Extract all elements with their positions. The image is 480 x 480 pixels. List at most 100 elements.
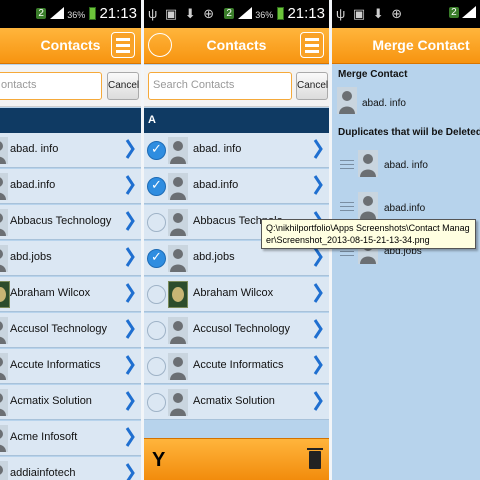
select-checkbox[interactable]: [147, 213, 166, 232]
chevron-right-icon[interactable]: [125, 210, 135, 232]
select-checkbox[interactable]: [147, 357, 166, 376]
avatar-icon: [0, 173, 8, 200]
contact-row[interactable]: Abraham Wilcox: [144, 277, 329, 312]
contact-row[interactable]: Acmatix Solution: [144, 385, 329, 420]
chevron-right-icon[interactable]: [125, 354, 135, 376]
contact-row[interactable]: Abraham Wilcox: [0, 277, 141, 312]
drag-handle-icon[interactable]: [340, 160, 354, 170]
battery-icon: [88, 7, 96, 20]
signal-icon: [237, 7, 252, 19]
chevron-right-icon[interactable]: [313, 246, 323, 268]
status-right: 2 36%: [449, 5, 480, 20]
avatar-icon: [0, 137, 8, 164]
status-bar: 2 36% 21:13: [0, 0, 141, 28]
chevron-right-icon[interactable]: [125, 462, 135, 480]
status-right: 2 36% 21:13: [224, 5, 325, 22]
select-checkbox[interactable]: [147, 249, 166, 268]
contact-name: Abbacus Technology: [10, 215, 112, 227]
search-input[interactable]: Search Contacts: [148, 72, 292, 100]
avatar-icon: [168, 137, 188, 164]
drag-handle-icon[interactable]: [340, 202, 354, 212]
avatar-icon: [0, 425, 8, 452]
chevron-right-icon[interactable]: [125, 426, 135, 448]
contact-name: abd.jobs: [193, 251, 235, 263]
status-right: 2 36% 21:13: [36, 5, 137, 22]
search-bar: ontacts Cancel: [0, 65, 141, 107]
contact-row[interactable]: Accute Informatics: [0, 349, 141, 384]
duplicate-name: abad. info: [384, 160, 428, 171]
contact-row[interactable]: Accusol Technology: [144, 313, 329, 348]
chevron-right-icon[interactable]: [313, 174, 323, 196]
cancel-button[interactable]: Cancel: [296, 72, 328, 100]
contact-row[interactable]: abad. info: [0, 133, 141, 168]
duplicate-name: abad.info: [384, 203, 426, 214]
contact-row[interactable]: addiainfotech: [0, 457, 141, 480]
notification-icons: ψ ▣ ⬇ ⊕: [336, 6, 405, 21]
contact-row[interactable]: Accusol Technology: [0, 313, 141, 348]
contact-name: abad.info: [193, 179, 239, 191]
avatar-icon: [168, 317, 188, 344]
chevron-right-icon[interactable]: [125, 318, 135, 340]
avatar-icon: [0, 317, 8, 344]
app-header: Merge Contact: [332, 28, 480, 64]
contact-row[interactable]: Acme Infosoft: [0, 421, 141, 456]
contact-row[interactable]: abad.info: [144, 169, 329, 204]
select-checkbox[interactable]: [147, 285, 166, 304]
chevron-right-icon[interactable]: [313, 138, 323, 160]
status-bar: ψ ▣ ⬇ ⊕ 2 36%: [332, 0, 480, 28]
chevron-right-icon[interactable]: [125, 246, 135, 268]
signal-icon: [49, 7, 64, 19]
notification-icons: ψ ▣ ⬇ ⊕: [148, 6, 217, 21]
battery-icon: [276, 7, 284, 20]
contact-name: Acmatix Solution: [193, 395, 275, 407]
menu-icon[interactable]: [300, 32, 324, 58]
chevron-right-icon[interactable]: [125, 282, 135, 304]
chevron-right-icon[interactable]: [313, 282, 323, 304]
avatar-icon: [0, 209, 8, 236]
avatar-icon: [0, 245, 8, 272]
merge-icon[interactable]: Y: [152, 449, 165, 472]
search-input[interactable]: ontacts: [0, 72, 102, 100]
avatar-icon: [337, 87, 357, 114]
avatar-icon: [168, 389, 188, 416]
avatar-icon: [0, 461, 8, 480]
clock: 21:13: [287, 5, 325, 22]
contact-row[interactable]: abad. info: [144, 133, 329, 168]
trash-icon[interactable]: [307, 448, 323, 469]
duplicates-label: Duplicates that wiil be Deleted: [338, 127, 480, 138]
chevron-right-icon[interactable]: [125, 138, 135, 160]
avatar-icon: [358, 192, 378, 219]
cancel-button[interactable]: Cancel: [107, 72, 139, 100]
chevron-right-icon[interactable]: [125, 390, 135, 412]
contact-row[interactable]: Acmatix Solution: [0, 385, 141, 420]
chevron-right-icon[interactable]: [125, 174, 135, 196]
contact-photo: [0, 281, 10, 308]
chevron-right-icon[interactable]: [313, 390, 323, 412]
page-title: Merge Contact: [372, 37, 470, 53]
select-checkbox[interactable]: [147, 393, 166, 412]
network-icon: 2: [449, 7, 459, 18]
select-checkbox[interactable]: [147, 141, 166, 160]
contact-name: abad.info: [10, 179, 56, 191]
menu-icon[interactable]: [111, 32, 135, 58]
contact-name: addiainfotech: [10, 467, 76, 479]
select-checkbox[interactable]: [147, 177, 166, 196]
chevron-right-icon[interactable]: [313, 318, 323, 340]
contact-name: Accusol Technology: [193, 323, 291, 335]
battery-percent: 36%: [67, 10, 86, 20]
contact-name: Abraham Wilcox: [10, 287, 91, 299]
contact-row[interactable]: Accute Informatics: [144, 349, 329, 384]
file-path-tooltip: Q:\nikhilportfolio\Apps Screenshots\Cont…: [261, 219, 476, 249]
contact-row[interactable]: abad.info: [0, 169, 141, 204]
contact-name: abad. info: [193, 143, 242, 155]
contact-name: abd.jobs: [10, 251, 52, 263]
contact-name: Accute Informatics: [193, 359, 284, 371]
app-header: Contacts: [0, 28, 141, 64]
select-checkbox[interactable]: [147, 321, 166, 340]
section-header: [0, 108, 141, 133]
search-bar: Search Contacts Cancel: [144, 65, 329, 107]
chevron-right-icon[interactable]: [313, 354, 323, 376]
contact-row[interactable]: Abbacus Technology: [0, 205, 141, 240]
contact-row[interactable]: abd.jobs: [0, 241, 141, 276]
contact-name: Accusol Technology: [10, 323, 108, 335]
